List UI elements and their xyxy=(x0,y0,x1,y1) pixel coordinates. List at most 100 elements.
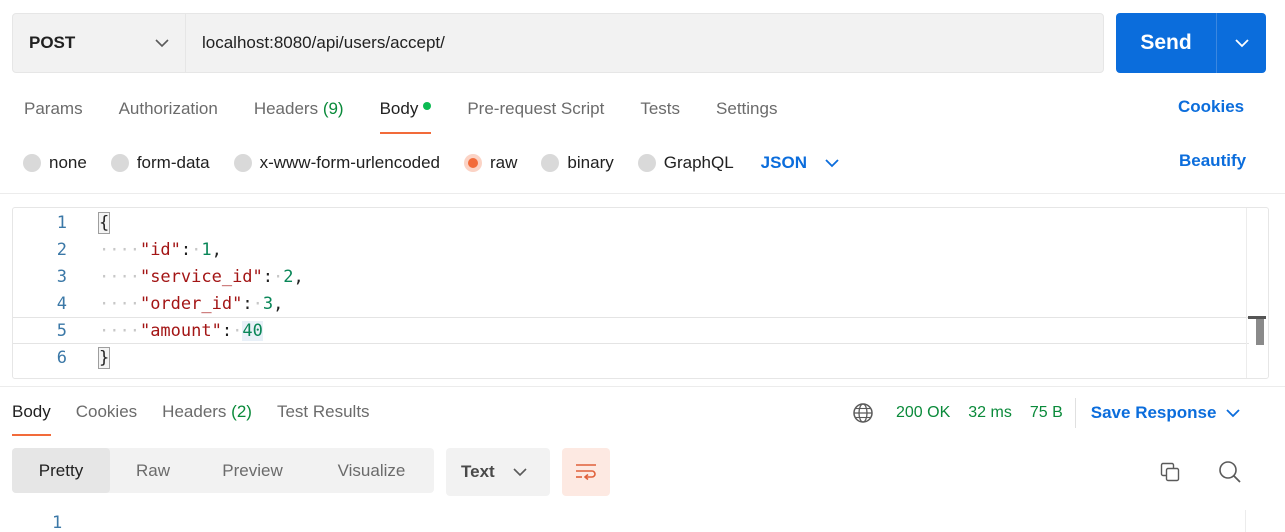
response-size[interactable]: 75 B xyxy=(1030,404,1063,422)
cookies-link[interactable]: Cookies xyxy=(1178,97,1244,117)
radio-button-selected xyxy=(464,154,483,172)
language-label: JSON xyxy=(760,153,807,172)
editor-line: 1 { xyxy=(13,209,1249,236)
response-divider[interactable] xyxy=(0,386,1285,387)
request-tabs: Params Authorization Headers (9) Body Pr… xyxy=(24,96,813,134)
view-mode-visualize[interactable]: Visualize xyxy=(309,448,434,493)
tab-label: Params xyxy=(24,99,83,118)
chevron-down-icon xyxy=(1226,408,1241,417)
line-number: 1 xyxy=(56,212,67,233)
radio-raw[interactable]: raw xyxy=(464,153,517,173)
copy-button[interactable] xyxy=(1157,459,1183,485)
editor-line: 6 } xyxy=(13,344,1249,371)
line-number: 5 xyxy=(56,320,67,341)
code-text: ····"order_id":·3, xyxy=(99,293,284,314)
response-line-number: 1 xyxy=(52,513,63,532)
wrap-lines-icon xyxy=(576,464,596,481)
method-select[interactable]: POST xyxy=(13,14,186,72)
wrap-lines-button[interactable] xyxy=(562,448,610,496)
tab-params[interactable]: Params xyxy=(24,96,83,134)
response-tab-body[interactable]: Body xyxy=(12,399,51,436)
beautify-button[interactable]: Beautify xyxy=(1179,151,1246,171)
brace-open: { xyxy=(97,211,111,234)
tab-label: Pre-request Script xyxy=(467,99,605,118)
response-tab-test-results[interactable]: Test Results xyxy=(277,399,370,436)
editor-scrollbar[interactable] xyxy=(1246,208,1268,378)
code-text: ····"id":·1, xyxy=(99,239,222,260)
line-number: 4 xyxy=(56,293,67,314)
chevron-down-icon xyxy=(155,38,169,47)
response-tabs: Body Cookies Headers (2) Test Results xyxy=(12,399,395,436)
body-editor[interactable]: 1 { 2 ····"id":·1, 3 ····"service_id":·2… xyxy=(12,207,1269,379)
brace-close: } xyxy=(97,346,111,369)
tab-pre-request-script[interactable]: Pre-request Script xyxy=(467,96,604,134)
code-text: } xyxy=(97,346,111,369)
view-mode-preview[interactable]: Preview xyxy=(196,448,309,493)
section-divider xyxy=(0,193,1285,194)
radio-x-www-form-urlencoded[interactable]: x-www-form-urlencoded xyxy=(233,153,441,173)
radio-graphql[interactable]: GraphQL xyxy=(637,153,734,173)
tab-label: Cookies xyxy=(75,402,138,421)
tab-body[interactable]: Body xyxy=(379,96,432,134)
send-button[interactable]: Send xyxy=(1116,13,1217,73)
radio-form-data[interactable]: form-data xyxy=(110,153,210,173)
radio-button xyxy=(23,154,41,172)
body-type-selector: none form-data x-www-form-urlencoded raw… xyxy=(23,150,839,176)
search-icon xyxy=(1219,461,1241,483)
response-meta: 200 OK 32 ms 75 B Save Response xyxy=(852,398,1241,428)
tab-settings[interactable]: Settings xyxy=(716,96,777,134)
json-value: 40 xyxy=(242,320,263,341)
comma: , xyxy=(273,293,284,314)
radio-none[interactable]: none xyxy=(23,153,87,173)
editor-line-current: 5 ····"amount":·40 xyxy=(13,317,1249,344)
chevron-down-icon xyxy=(513,467,527,476)
meta-separator xyxy=(1074,398,1076,428)
radio-button xyxy=(233,154,252,172)
tab-label: Headers xyxy=(253,99,319,118)
response-format-select[interactable]: Text xyxy=(446,448,550,496)
radio-label: GraphQL xyxy=(663,153,734,172)
view-mode-switch: Pretty Raw Preview Visualize xyxy=(12,448,434,493)
search-button[interactable] xyxy=(1216,458,1244,486)
editor-line: 4 ····"order_id":·3, xyxy=(13,290,1249,317)
response-time[interactable]: 32 ms xyxy=(968,404,1012,422)
status-code[interactable]: 200 OK xyxy=(896,404,950,422)
scrollbar-thumb[interactable] xyxy=(1256,319,1264,345)
copy-icon xyxy=(1160,462,1180,482)
radio-label: x-www-form-urlencoded xyxy=(259,153,441,172)
json-value: 2 xyxy=(283,266,294,287)
tab-label: Settings xyxy=(716,99,778,118)
globe-icon[interactable] xyxy=(852,402,874,424)
json-key: "service_id" xyxy=(139,266,263,287)
line-number: 2 xyxy=(56,239,67,260)
tab-headers[interactable]: Headers (9) xyxy=(254,96,344,134)
radio-binary[interactable]: binary xyxy=(541,153,614,173)
radio-label: binary xyxy=(567,153,614,172)
tab-tests[interactable]: Tests xyxy=(640,96,680,134)
save-response-button[interactable]: Save Response xyxy=(1091,403,1241,423)
json-key: "amount" xyxy=(139,320,222,341)
json-key: "order_id" xyxy=(139,293,243,314)
json-value: 3 xyxy=(262,293,274,314)
comma: , xyxy=(293,266,304,287)
chevron-down-icon xyxy=(1234,38,1249,47)
response-tab-headers[interactable]: Headers (2) xyxy=(162,399,252,436)
url-input[interactable]: localhost:8080/api/users/accept/ xyxy=(186,14,1103,72)
tab-label: Headers xyxy=(162,402,227,421)
send-options-button[interactable] xyxy=(1217,13,1266,73)
request-url-bar: POST localhost:8080/api/users/accept/ xyxy=(12,13,1104,73)
language-select[interactable]: JSON xyxy=(761,153,839,173)
radio-label: raw xyxy=(490,153,518,172)
radio-button xyxy=(541,154,560,172)
headers-count: (9) xyxy=(322,99,344,118)
tab-authorization[interactable]: Authorization xyxy=(119,96,218,134)
response-scrollbar[interactable] xyxy=(1245,510,1267,532)
radio-button xyxy=(110,154,129,172)
view-mode-pretty[interactable]: Pretty xyxy=(12,448,110,493)
view-mode-raw[interactable]: Raw xyxy=(110,448,196,493)
response-tab-cookies[interactable]: Cookies xyxy=(76,399,137,436)
editor-line: 3 ····"service_id":·2, xyxy=(13,263,1249,290)
tab-label: Test Results xyxy=(276,402,370,421)
tab-label: Authorization xyxy=(118,99,218,118)
radio-button xyxy=(637,154,656,172)
